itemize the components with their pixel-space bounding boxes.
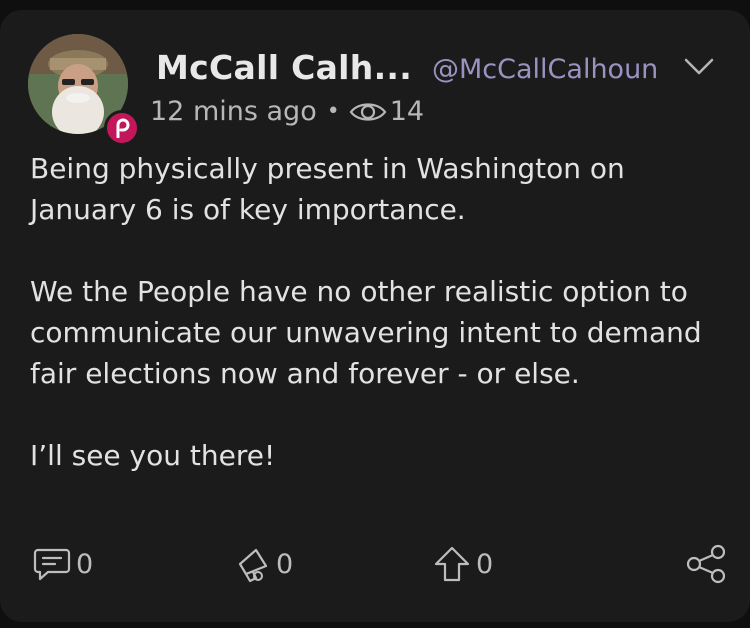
post-paragraph: We the People have no other realistic op… (30, 275, 702, 390)
share-button[interactable] (684, 544, 728, 584)
meta-separator: • (326, 99, 340, 124)
post-paragraph: Being physically present in Washington o… (30, 152, 625, 226)
author-avatar[interactable] (28, 34, 140, 146)
action-bar: 0 0 0 (0, 544, 750, 594)
comment-count: 0 (76, 548, 94, 580)
post-body: Being physically present in Washington o… (30, 148, 730, 476)
comment-icon (33, 548, 71, 581)
chevron-down-icon[interactable] (684, 58, 714, 80)
view-count: 14 (389, 96, 425, 127)
post-time: 12 mins ago (150, 96, 317, 127)
author-handle[interactable]: @McCallCalhoun (432, 54, 658, 85)
post-paragraph: I’ll see you there! (30, 439, 276, 472)
upvote-arrow-icon (434, 546, 470, 582)
upvote-count: 0 (476, 548, 494, 580)
parler-badge-icon (104, 110, 140, 146)
post-meta: 12 mins ago • 14 (150, 96, 424, 127)
eye-icon (349, 102, 387, 121)
post-card: McCall Calh... @McCallCalhoun 12 mins ag… (0, 10, 750, 622)
upvote-button[interactable]: 0 (432, 544, 493, 584)
author-name[interactable]: McCall Calh... (156, 48, 412, 87)
echo-button[interactable]: 0 (232, 544, 293, 584)
echo-count: 0 (276, 548, 294, 580)
share-icon (686, 544, 726, 584)
comment-button[interactable]: 0 (32, 544, 93, 584)
megaphone-icon (238, 548, 268, 583)
